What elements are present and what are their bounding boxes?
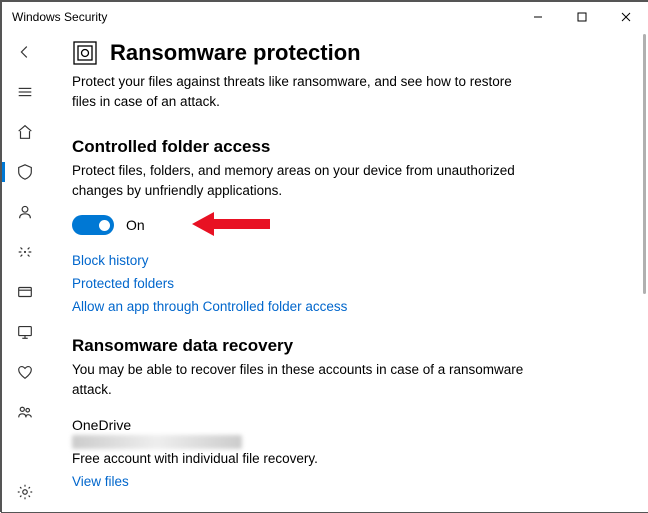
sidebar	[2, 32, 48, 512]
link-protected-folders[interactable]: Protected folders	[72, 276, 618, 291]
nav-firewall[interactable]	[2, 232, 48, 272]
page-title: Ransomware protection	[72, 40, 618, 66]
titlebar: Windows Security	[2, 2, 648, 32]
recovery-provider: OneDrive	[72, 417, 618, 433]
recovery-account-redacted	[72, 435, 242, 449]
nav-family[interactable]	[2, 392, 48, 432]
nav-app-browser[interactable]	[2, 272, 48, 312]
cfa-title: Controlled folder access	[72, 137, 618, 157]
page-title-text: Ransomware protection	[110, 40, 361, 66]
recovery-title: Ransomware data recovery	[72, 336, 618, 356]
cfa-description: Protect files, folders, and memory areas…	[72, 161, 532, 202]
link-view-files[interactable]: View files	[72, 474, 618, 489]
menu-button[interactable]	[2, 72, 48, 112]
window-controls	[516, 2, 648, 32]
recovery-description: You may be able to recover files in thes…	[72, 360, 532, 401]
page-description: Protect your files against threats like …	[72, 72, 532, 113]
nav-device-performance[interactable]	[2, 352, 48, 392]
nav-device-security[interactable]	[2, 312, 48, 352]
back-button[interactable]	[2, 32, 48, 72]
recovery-provider-desc: Free account with individual file recove…	[72, 451, 618, 466]
nav-settings[interactable]	[2, 472, 48, 512]
link-allow-app[interactable]: Allow an app through Controlled folder a…	[72, 299, 618, 314]
main-content: Ransomware protection Protect your files…	[48, 32, 648, 512]
nav-virus-threat[interactable]	[2, 152, 48, 192]
maximize-button[interactable]	[560, 2, 604, 32]
nav-account[interactable]	[2, 192, 48, 232]
close-button[interactable]	[604, 2, 648, 32]
cfa-toggle[interactable]	[72, 215, 114, 235]
window-title: Windows Security	[12, 10, 516, 24]
cfa-toggle-state: On	[126, 217, 145, 233]
ransomware-icon	[72, 40, 98, 66]
minimize-button[interactable]	[516, 2, 560, 32]
link-block-history[interactable]: Block history	[72, 253, 618, 268]
nav-home[interactable]	[2, 112, 48, 152]
annotation-arrow	[192, 209, 272, 239]
scrollbar[interactable]	[643, 34, 646, 294]
